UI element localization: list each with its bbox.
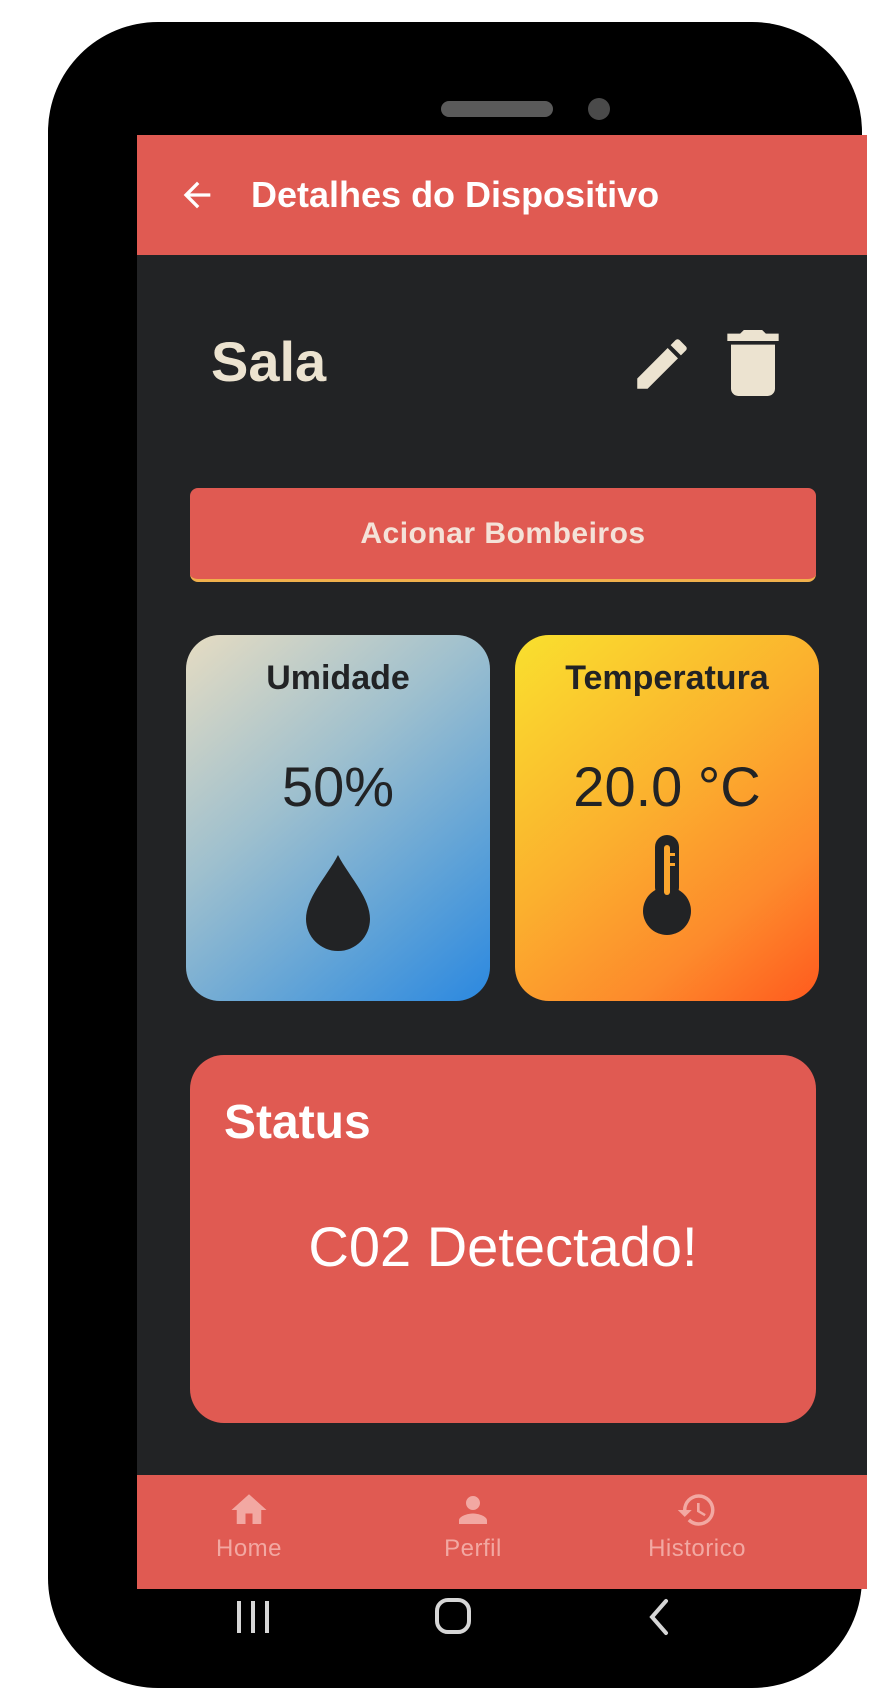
- history-icon: [677, 1494, 715, 1526]
- phone-speaker: [441, 101, 553, 117]
- nav-item-profile[interactable]: Perfil: [393, 1489, 553, 1579]
- phone-camera: [588, 98, 610, 120]
- humidity-card: Umidade 50%: [186, 635, 490, 1001]
- humidity-value: 50%: [281, 755, 395, 818]
- nav-item-history[interactable]: Historico: [617, 1489, 777, 1579]
- thermometer-icon: [643, 835, 691, 935]
- nav-label-profile: Perfil: [444, 1535, 502, 1562]
- home-icon: [231, 1494, 267, 1524]
- trash-icon[interactable]: [727, 330, 779, 396]
- water-drop-icon: [306, 855, 370, 951]
- humidity-title: Umidade: [266, 659, 410, 697]
- pencil-icon[interactable]: [629, 331, 695, 397]
- back-chevron-icon[interactable]: [644, 1597, 674, 1637]
- person-icon: [459, 1496, 487, 1524]
- recents-icon[interactable]: [233, 1599, 273, 1635]
- arrow-left-icon[interactable]: [177, 175, 217, 215]
- home-circle-icon[interactable]: [434, 1597, 472, 1635]
- status-title: Status: [224, 1096, 371, 1149]
- status-message: C02 Detectado!: [308, 1215, 698, 1278]
- page-title: Detalhes do Dispositivo: [251, 174, 660, 215]
- temperature-card: Temperatura 20.0 °C: [515, 635, 819, 1001]
- nav-item-home[interactable]: Home: [169, 1489, 329, 1579]
- status-card: Status C02 Detectado!: [190, 1055, 816, 1423]
- temperature-title: Temperatura: [565, 659, 769, 697]
- nav-label-home: Home: [215, 1535, 283, 1562]
- phone-frame: Detalhes do Dispositivo Sala Acionar Bom…: [48, 22, 867, 1688]
- temperature-value: 20.0 °C: [573, 755, 761, 818]
- app-bar: Detalhes do Dispositivo: [137, 135, 867, 255]
- nav-label-history: Historico: [648, 1535, 746, 1562]
- app-screen: Detalhes do Dispositivo Sala Acionar Bom…: [137, 135, 867, 1589]
- call-firefighters-button[interactable]: Acionar Bombeiros: [190, 488, 816, 582]
- device-name: Sala: [211, 330, 327, 393]
- system-navigation-bar: [89, 1567, 819, 1669]
